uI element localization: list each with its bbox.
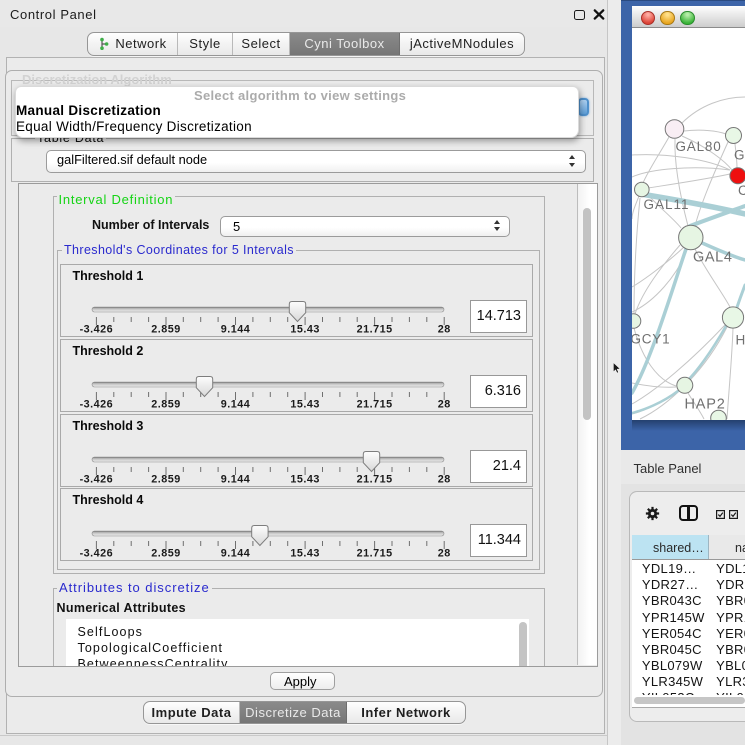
svg-text:H: H <box>736 332 745 347</box>
svg-text:G.: G. <box>734 147 745 162</box>
svg-text:GAL4: GAL4 <box>693 249 732 265</box>
svg-text:GAL80: GAL80 <box>676 139 722 154</box>
svg-text:C: C <box>738 183 745 198</box>
svg-text:HAP2: HAP2 <box>685 396 726 412</box>
svg-text:GCY1: GCY1 <box>632 331 670 346</box>
svg-text:GAL11: GAL11 <box>644 197 690 212</box>
